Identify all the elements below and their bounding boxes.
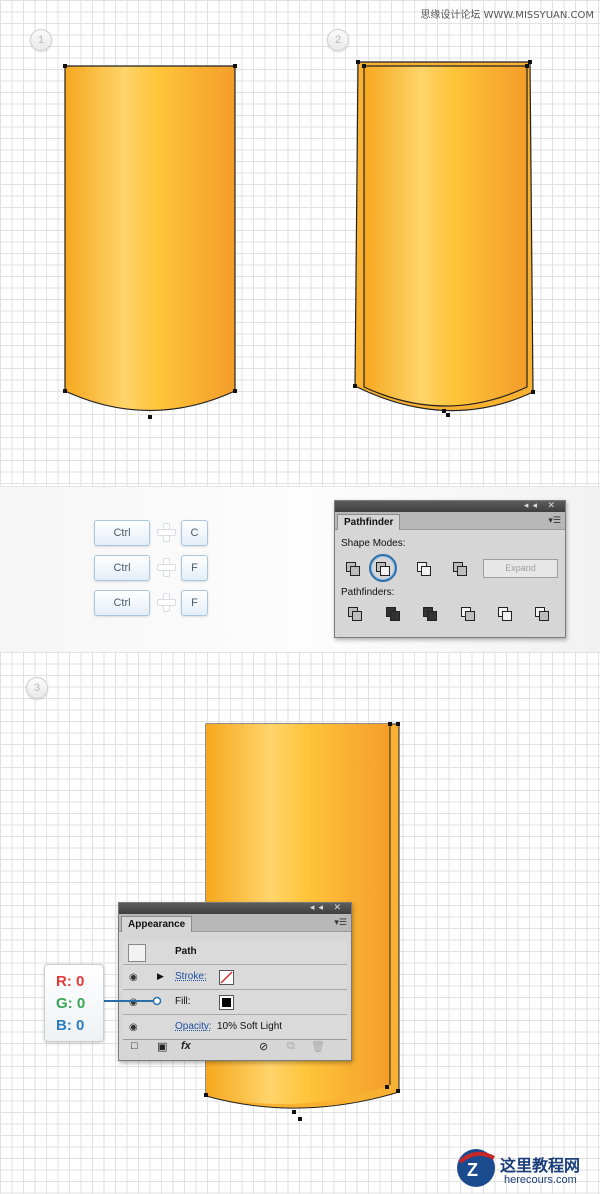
appearance-panel: ◂◂ ✕ Appearance ▾☰ Path ◉ ▶ Stroke: ◉ Fi…	[118, 902, 352, 1061]
key-ctrl-3: Ctrl	[94, 590, 150, 616]
panel-titlebar: ◂◂ ✕	[335, 500, 565, 512]
crop-icon[interactable]	[461, 607, 475, 621]
minus-back-icon[interactable]	[535, 607, 549, 621]
rgb-b: B: 0	[56, 1017, 85, 1034]
pathfinders-label: Pathfinders:	[341, 587, 395, 598]
duplicate-item-icon[interactable]: ⧉	[287, 1040, 295, 1053]
key-ctrl-2: Ctrl	[94, 555, 150, 581]
logo-title: 这里教程网	[500, 1156, 581, 1175]
panel-menu-icon[interactable]: ▾☰	[334, 917, 347, 928]
logo-url: herecours.com	[504, 1174, 577, 1186]
expand-arrow-icon[interactable]: ▶	[157, 971, 164, 982]
tab-row: Pathfinder ▾☰	[335, 512, 565, 530]
add-stroke-icon[interactable]: □	[131, 1040, 138, 1052]
cylinder-shape-2	[363, 65, 528, 407]
rgb-g: G: 0	[56, 995, 86, 1012]
shape-modes-label: Shape Modes:	[341, 538, 406, 549]
outline-icon[interactable]	[498, 607, 512, 621]
collapse-close-icons[interactable]: ◂◂ ✕	[310, 902, 345, 913]
tab-pathfinder[interactable]: Pathfinder	[337, 514, 401, 530]
key-ctrl-1: Ctrl	[94, 520, 150, 546]
trash-icon[interactable]: 🗑	[311, 1040, 325, 1053]
eye-icon[interactable]: ◉	[129, 1022, 138, 1033]
exclude-icon[interactable]	[453, 562, 467, 576]
stroke-row[interactable]: ◉ ▶ Stroke:	[123, 965, 347, 990]
logo-z-icon: Z	[457, 1149, 495, 1187]
plus-icon	[157, 523, 176, 542]
opacity-value: 10% Soft Light	[217, 1021, 283, 1032]
key-f-2: F	[181, 590, 208, 616]
opacity-row[interactable]: ◉ Opacity: 10% Soft Light	[123, 1015, 347, 1040]
plus-icon	[157, 558, 176, 577]
opacity-label[interactable]: Opacity:	[175, 1021, 212, 1032]
add-fill-icon[interactable]: ▣	[157, 1040, 167, 1053]
key-f-1: F	[181, 555, 208, 581]
plus-icon	[157, 593, 176, 612]
divide-icon[interactable]	[348, 607, 362, 621]
site-logo: Z 这里教程网 herecours.com	[452, 1144, 600, 1192]
panel-footer: □ ▣ fx ⊘ ⧉ 🗑	[123, 1039, 347, 1057]
connector-line	[102, 996, 162, 1006]
stroke-label[interactable]: Stroke:	[175, 971, 207, 982]
collapse-close-icons[interactable]: ◂◂ ✕	[524, 500, 559, 511]
fill-label: Fill:	[175, 996, 191, 1007]
clear-appearance-icon[interactable]: ⊘	[259, 1040, 268, 1053]
trim-icon[interactable]	[386, 607, 400, 621]
minus-front-icon[interactable]	[376, 562, 390, 576]
instruction-band: Ctrl C Ctrl F Ctrl F ◂◂ ✕ Pathfinder ▾☰ …	[0, 486, 600, 654]
intersect-icon[interactable]	[417, 562, 431, 576]
panel-menu-icon[interactable]: ▾☰	[548, 515, 561, 526]
fx-icon[interactable]: fx	[181, 1040, 191, 1052]
unite-icon[interactable]	[346, 562, 360, 576]
fill-swatch-black[interactable]	[219, 995, 234, 1010]
pathfinder-panel: ◂◂ ✕ Pathfinder ▾☰ Shape Modes: Expand P…	[334, 500, 566, 638]
artboard-top: 1 2 思缘设计论坛 WWW.MISSYUAN.COM	[0, 0, 600, 486]
path-thumbnail	[128, 944, 146, 962]
path-row[interactable]: Path	[123, 940, 347, 965]
stroke-none-swatch[interactable]	[219, 970, 234, 985]
rgb-r: R: 0	[56, 973, 85, 990]
eye-icon[interactable]: ◉	[129, 972, 138, 983]
merge-icon[interactable]	[423, 607, 437, 621]
tab-appearance[interactable]: Appearance	[121, 916, 193, 932]
key-c: C	[181, 520, 208, 546]
rgb-callout: R: 0 G: 0 B: 0	[44, 964, 104, 1042]
expand-button[interactable]: Expand	[483, 559, 558, 578]
path-label: Path	[175, 946, 197, 957]
cylinder-shape-1	[64, 65, 236, 412]
svg-text:Z: Z	[467, 1160, 478, 1180]
cylinder-artwork-top	[63, 60, 535, 419]
tab-row: Appearance ▾☰	[119, 914, 351, 932]
panel-titlebar: ◂◂ ✕	[119, 902, 351, 914]
